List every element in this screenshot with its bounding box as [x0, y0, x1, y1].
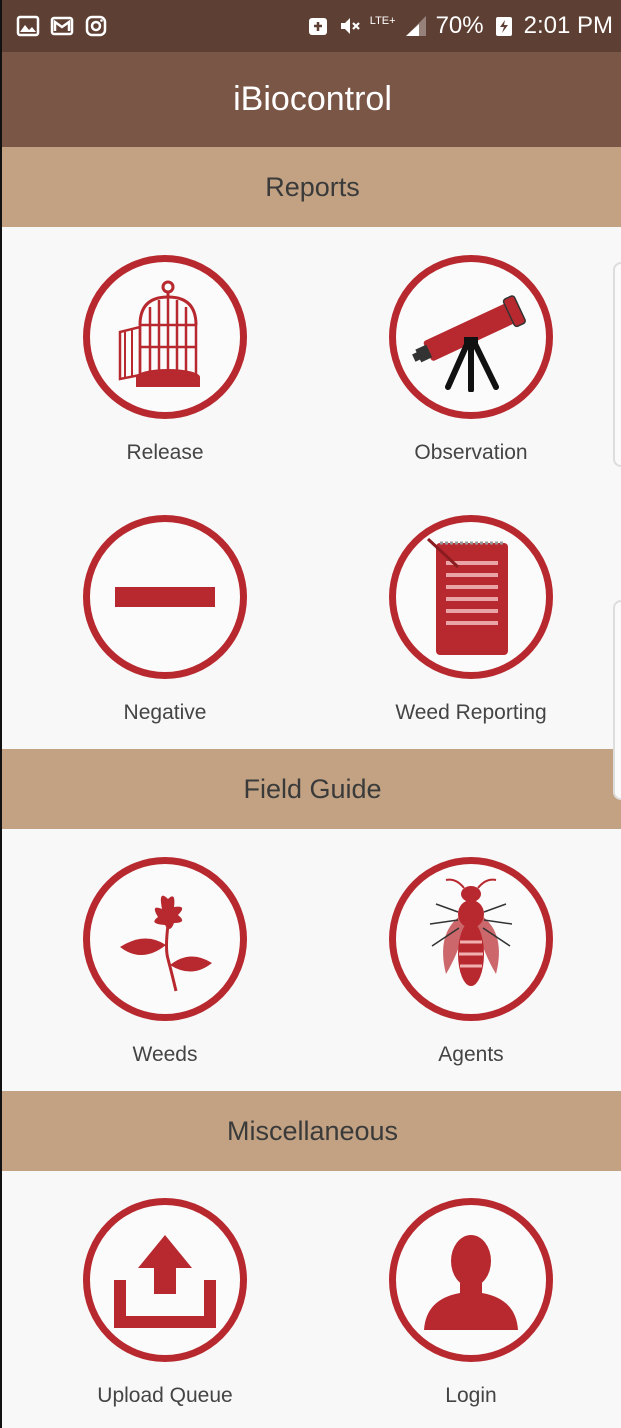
agents-button[interactable]	[389, 857, 553, 1021]
agents-tile[interactable]: Agents	[356, 857, 586, 1067]
login-button[interactable]	[389, 1198, 553, 1362]
app-title: iBiocontrol	[233, 80, 392, 118]
section-header-miscellaneous: Miscellaneous	[2, 1091, 621, 1171]
app-bar: iBiocontrol	[2, 52, 621, 147]
section-title: Miscellaneous	[226, 1115, 399, 1146]
weed-reporting-label: Weed Reporting	[395, 701, 547, 724]
birdcage-icon	[118, 280, 200, 387]
signal-icon	[405, 16, 426, 36]
release-button[interactable]	[83, 255, 247, 419]
status-system: LTE+ 70% 2:01 PM	[306, 12, 613, 40]
weed-reporting-button[interactable]	[389, 515, 553, 679]
battery-percent: 70%	[435, 12, 484, 39]
side-card-edge	[613, 262, 621, 467]
side-card-edge	[613, 600, 621, 800]
release-label: Release	[126, 441, 204, 464]
telescope-icon	[412, 295, 526, 392]
section-header-reports: Reports	[2, 147, 621, 227]
mail-icon	[50, 16, 74, 36]
gallery-icon	[16, 15, 40, 37]
negative-label: Negative	[123, 701, 207, 724]
instagram-icon	[85, 15, 107, 37]
login-label: Login	[445, 1384, 497, 1407]
plant-icon	[120, 895, 212, 992]
release-tile[interactable]: Release	[50, 255, 280, 465]
observation-tile[interactable]: Observation	[356, 255, 586, 465]
weed-reporting-tile[interactable]: Weed Reporting	[356, 515, 586, 725]
weeds-tile[interactable]: Weeds	[50, 857, 280, 1067]
battery-saver-icon	[308, 18, 327, 35]
battery-charging-icon	[495, 17, 512, 36]
network-type: LTE+	[369, 15, 396, 27]
weeds-label: Weeds	[132, 1043, 198, 1066]
status-bar: LTE+ 70% 2:01 PM	[2, 0, 621, 52]
user-icon	[424, 1235, 518, 1330]
negative-button[interactable]	[83, 515, 247, 679]
notepad-icon	[426, 537, 508, 655]
negative-tile[interactable]: Negative	[50, 515, 280, 725]
status-notifications	[16, 14, 108, 38]
upload-queue-label: Upload Queue	[97, 1384, 233, 1407]
app-screen: LTE+ 70% 2:01 PM iBiocontrol Reports Rel…	[0, 0, 621, 1428]
section-title: Reports	[265, 171, 360, 202]
observation-label: Observation	[414, 441, 528, 464]
mute-icon	[340, 18, 360, 34]
minus-icon	[115, 587, 215, 607]
clock: 2:01 PM	[523, 12, 613, 39]
login-tile[interactable]: Login	[356, 1198, 586, 1408]
upload-queue-tile[interactable]: Upload Queue	[50, 1198, 280, 1408]
upload-queue-button[interactable]	[83, 1198, 247, 1362]
observation-button[interactable]	[389, 255, 553, 419]
insect-icon	[429, 878, 513, 986]
section-title: Field Guide	[243, 773, 382, 804]
agents-label: Agents	[438, 1043, 504, 1066]
section-header-field-guide: Field Guide	[2, 749, 621, 829]
weeds-button[interactable]	[83, 857, 247, 1021]
upload-icon	[114, 1235, 216, 1328]
